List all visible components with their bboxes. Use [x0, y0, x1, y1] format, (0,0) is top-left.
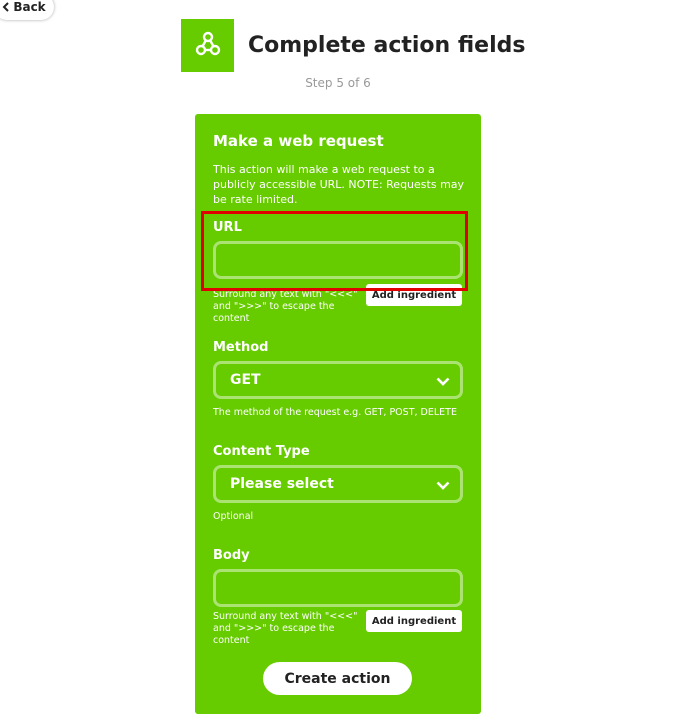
body-label: Body	[213, 548, 250, 563]
back-button[interactable]: Back	[0, 0, 54, 20]
back-label: Back	[13, 0, 46, 14]
url-label: URL	[213, 220, 242, 235]
content-type-label: Content Type	[213, 444, 310, 459]
page: Back Complete action fields Step 5 of 6 …	[0, 0, 680, 718]
content-type-select[interactable]: Please select	[213, 465, 463, 503]
form-title: Make a web request	[213, 132, 384, 150]
url-input[interactable]	[213, 241, 463, 279]
form-description: This action will make a web request to a…	[213, 163, 465, 206]
step-indicator: Step 5 of 6	[305, 76, 371, 90]
method-selected-value: GET	[230, 372, 261, 388]
chevron-down-icon	[436, 475, 450, 494]
body-helper: Surround any text with "<<<" and ">>>" t…	[213, 611, 358, 646]
action-form-card: Make a web request This action will make…	[195, 114, 481, 714]
url-helper: Surround any text with "<<<" and ">>>" t…	[213, 289, 358, 324]
chevron-left-icon	[2, 2, 10, 12]
create-action-button[interactable]: Create action	[263, 662, 412, 695]
url-add-ingredient-button[interactable]: Add ingredient	[366, 284, 462, 306]
webhook-icon	[194, 30, 222, 62]
method-select[interactable]: GET	[213, 361, 463, 399]
body-input[interactable]	[213, 569, 463, 607]
chevron-down-icon	[436, 371, 450, 390]
method-label: Method	[213, 340, 269, 355]
method-helper: The method of the request e.g. GET, POST…	[213, 407, 457, 418]
page-title: Complete action fields	[248, 33, 526, 58]
body-add-ingredient-button[interactable]: Add ingredient	[366, 610, 462, 632]
content-type-selected-value: Please select	[230, 476, 334, 492]
content-type-helper: Optional	[213, 511, 254, 522]
page-header: Complete action fields	[181, 19, 525, 72]
service-logo	[181, 19, 234, 72]
